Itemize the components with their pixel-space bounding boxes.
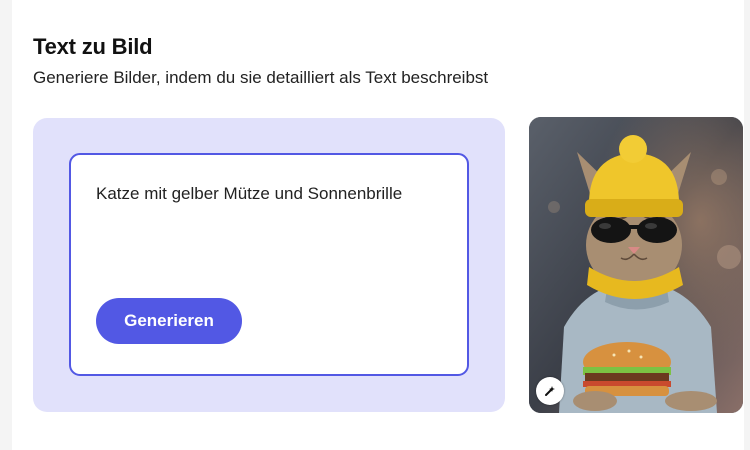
generate-button[interactable]: Generieren: [96, 298, 242, 344]
generated-image: [529, 117, 743, 413]
prompt-text[interactable]: Katze mit gelber Mütze und Sonnenbrille: [96, 184, 402, 204]
prompt-panel: Katze mit gelber Mütze und Sonnenbrille …: [33, 118, 505, 412]
sparkle-icon[interactable]: [536, 377, 564, 405]
left-rail: [0, 0, 12, 450]
section-subtitle: Generiere Bilder, indem du sie detaillie…: [33, 68, 489, 87]
prompt-card[interactable]: Katze mit gelber Mütze und Sonnenbrille …: [69, 153, 469, 376]
right-rail: [744, 0, 750, 450]
generated-image-card[interactable]: [529, 117, 743, 413]
section-title: Text zu Bild: [33, 34, 153, 59]
